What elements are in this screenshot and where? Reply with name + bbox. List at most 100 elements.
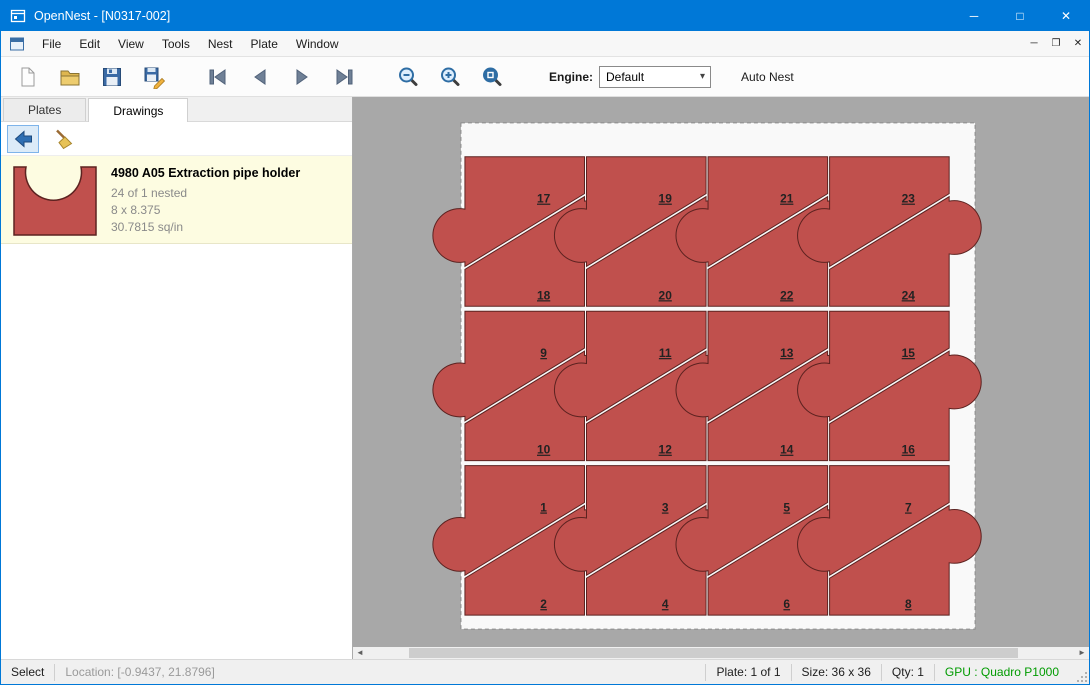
status-bar: Select Location: [-0.9437, 21.8796] Plat… — [1, 659, 1089, 684]
drawing-dimensions: 8 x 8.375 — [111, 202, 300, 219]
next-plate-button[interactable] — [287, 62, 317, 92]
nav-next-icon — [290, 65, 314, 89]
drawings-toolbar — [1, 122, 352, 156]
part-number-label: 15 — [902, 346, 916, 360]
scrollbar-thumb[interactable] — [409, 648, 1018, 658]
engine-value: Default — [606, 70, 644, 84]
part-number-label: 11 — [659, 346, 672, 360]
part-number-label: 16 — [902, 443, 916, 457]
part-number-label: 2 — [540, 597, 547, 611]
close-icon: ✕ — [1061, 9, 1071, 23]
drawing-area: 30.7815 sq/in — [111, 219, 300, 236]
minimize-button[interactable]: ─ — [951, 1, 997, 31]
open-button[interactable] — [55, 62, 85, 92]
part-number-label: 21 — [780, 192, 794, 206]
menu-nest[interactable]: Nest — [199, 33, 242, 55]
maximize-icon: □ — [1016, 9, 1023, 23]
drawing-title: 4980 A05 Extraction pipe holder — [111, 166, 300, 180]
nav-last-icon — [332, 65, 356, 89]
status-right-group: Plate: 1 of 1 Size: 36 x 36 Qty: 1 GPU :… — [705, 660, 1089, 684]
zoom-fit-icon — [480, 65, 504, 89]
engine-select[interactable]: Default ▾ — [599, 66, 711, 88]
save-edit-icon — [142, 65, 166, 89]
zoom-in-button[interactable] — [435, 62, 465, 92]
mdi-minimize-icon: ─ — [1030, 38, 1037, 49]
part-number-label: 9 — [540, 346, 547, 360]
save-icon — [100, 65, 124, 89]
broom-icon — [51, 127, 75, 151]
part-number-label: 1 — [540, 500, 547, 514]
open-folder-icon — [58, 65, 82, 89]
nav-previous-icon — [248, 65, 272, 89]
menu-file[interactable]: File — [33, 33, 70, 55]
menu-window[interactable]: Window — [287, 33, 348, 55]
new-button[interactable] — [13, 62, 43, 92]
part-number-label: 17 — [537, 192, 551, 206]
part-number-label: 7 — [905, 500, 912, 514]
save-button[interactable] — [97, 62, 127, 92]
part-number-label: 19 — [659, 192, 673, 206]
part-number-label: 18 — [537, 288, 551, 302]
part-number-label: 13 — [780, 346, 794, 360]
mdi-close-button[interactable]: ✕ — [1067, 33, 1089, 55]
nav-first-icon — [206, 65, 230, 89]
save-edit-button[interactable] — [139, 62, 169, 92]
first-plate-button[interactable] — [203, 62, 233, 92]
part-number-label: 14 — [780, 443, 794, 457]
scrollbar-track[interactable] — [367, 647, 1075, 659]
part-number-label: 10 — [537, 443, 551, 457]
minimize-icon: ─ — [970, 9, 979, 23]
drawing-nested-count: 24 of 1 nested — [111, 185, 300, 202]
mdi-restore-button[interactable]: ❐ — [1045, 33, 1067, 55]
last-plate-button[interactable] — [329, 62, 359, 92]
document-window-icon — [9, 36, 25, 52]
menu-view[interactable]: View — [109, 33, 153, 55]
window-title: OpenNest - [N0317-002] — [34, 9, 170, 23]
status-mode: Select — [1, 665, 54, 679]
tab-plates[interactable]: Plates — [3, 98, 86, 121]
scroll-right-button[interactable]: ► — [1075, 647, 1089, 659]
menu-bar: File Edit View Tools Nest Plate Window ─… — [1, 31, 1089, 57]
blue-arrow-left-icon — [11, 127, 35, 151]
resize-grip-icon[interactable] — [1073, 668, 1089, 684]
panel-tabstrip: Plates Drawings — [1, 97, 352, 122]
zoom-out-button[interactable] — [393, 62, 423, 92]
close-button[interactable]: ✕ — [1043, 1, 1089, 31]
mdi-minimize-button[interactable]: ─ — [1023, 33, 1045, 55]
app-window: OpenNest - [N0317-002] ─ □ ✕ File Edit V… — [0, 0, 1090, 685]
part-number-label: 6 — [783, 597, 790, 611]
part-thumbnail — [9, 162, 101, 238]
scroll-left-button[interactable]: ◄ — [353, 647, 367, 659]
part-number-label: 20 — [659, 288, 673, 302]
part-number-label: 4 — [662, 597, 669, 611]
menu-tools[interactable]: Tools — [153, 33, 199, 55]
status-gpu: GPU : Quadro P1000 — [935, 665, 1069, 679]
drawing-item-text: 4980 A05 Extraction pipe holder 24 of 1 … — [101, 162, 300, 237]
status-plate: Plate: 1 of 1 — [706, 665, 790, 679]
tab-drawings[interactable]: Drawings — [88, 98, 188, 122]
drawings-list-empty-space — [1, 244, 352, 659]
auto-nest-button[interactable]: Auto Nest — [733, 65, 802, 89]
status-location: Location: [-0.9437, 21.8796] — [55, 665, 224, 679]
zoom-fit-button[interactable] — [477, 62, 507, 92]
mdi-restore-icon: ❐ — [1052, 38, 1061, 49]
part-number-label: 24 — [902, 288, 916, 302]
mdi-close-icon: ✕ — [1074, 38, 1082, 49]
horizontal-scrollbar[interactable]: ◄ ► — [353, 647, 1089, 659]
main-toolbar: Engine: Default ▾ Auto Nest — [1, 57, 1089, 97]
menu-plate[interactable]: Plate — [242, 33, 287, 55]
previous-plate-button[interactable] — [245, 62, 275, 92]
import-drawing-button[interactable] — [7, 125, 39, 153]
drawing-list-item[interactable]: 4980 A05 Extraction pipe holder 24 of 1 … — [1, 156, 352, 244]
chevron-down-icon: ▾ — [695, 71, 710, 82]
title-bar: OpenNest - [N0317-002] ─ □ ✕ — [1, 1, 1089, 31]
menu-edit[interactable]: Edit — [70, 33, 109, 55]
clean-button[interactable] — [47, 125, 79, 153]
maximize-button[interactable]: □ — [997, 1, 1043, 31]
app-icon — [10, 8, 26, 24]
part-number-label: 3 — [662, 500, 669, 514]
nesting-svg[interactable]: 171819202122232491011121314151612345678 — [353, 97, 1089, 647]
status-size: Size: 36 x 36 — [792, 665, 881, 679]
left-panel: Plates Drawings — [1, 97, 353, 659]
part-number-label: 23 — [902, 192, 916, 206]
